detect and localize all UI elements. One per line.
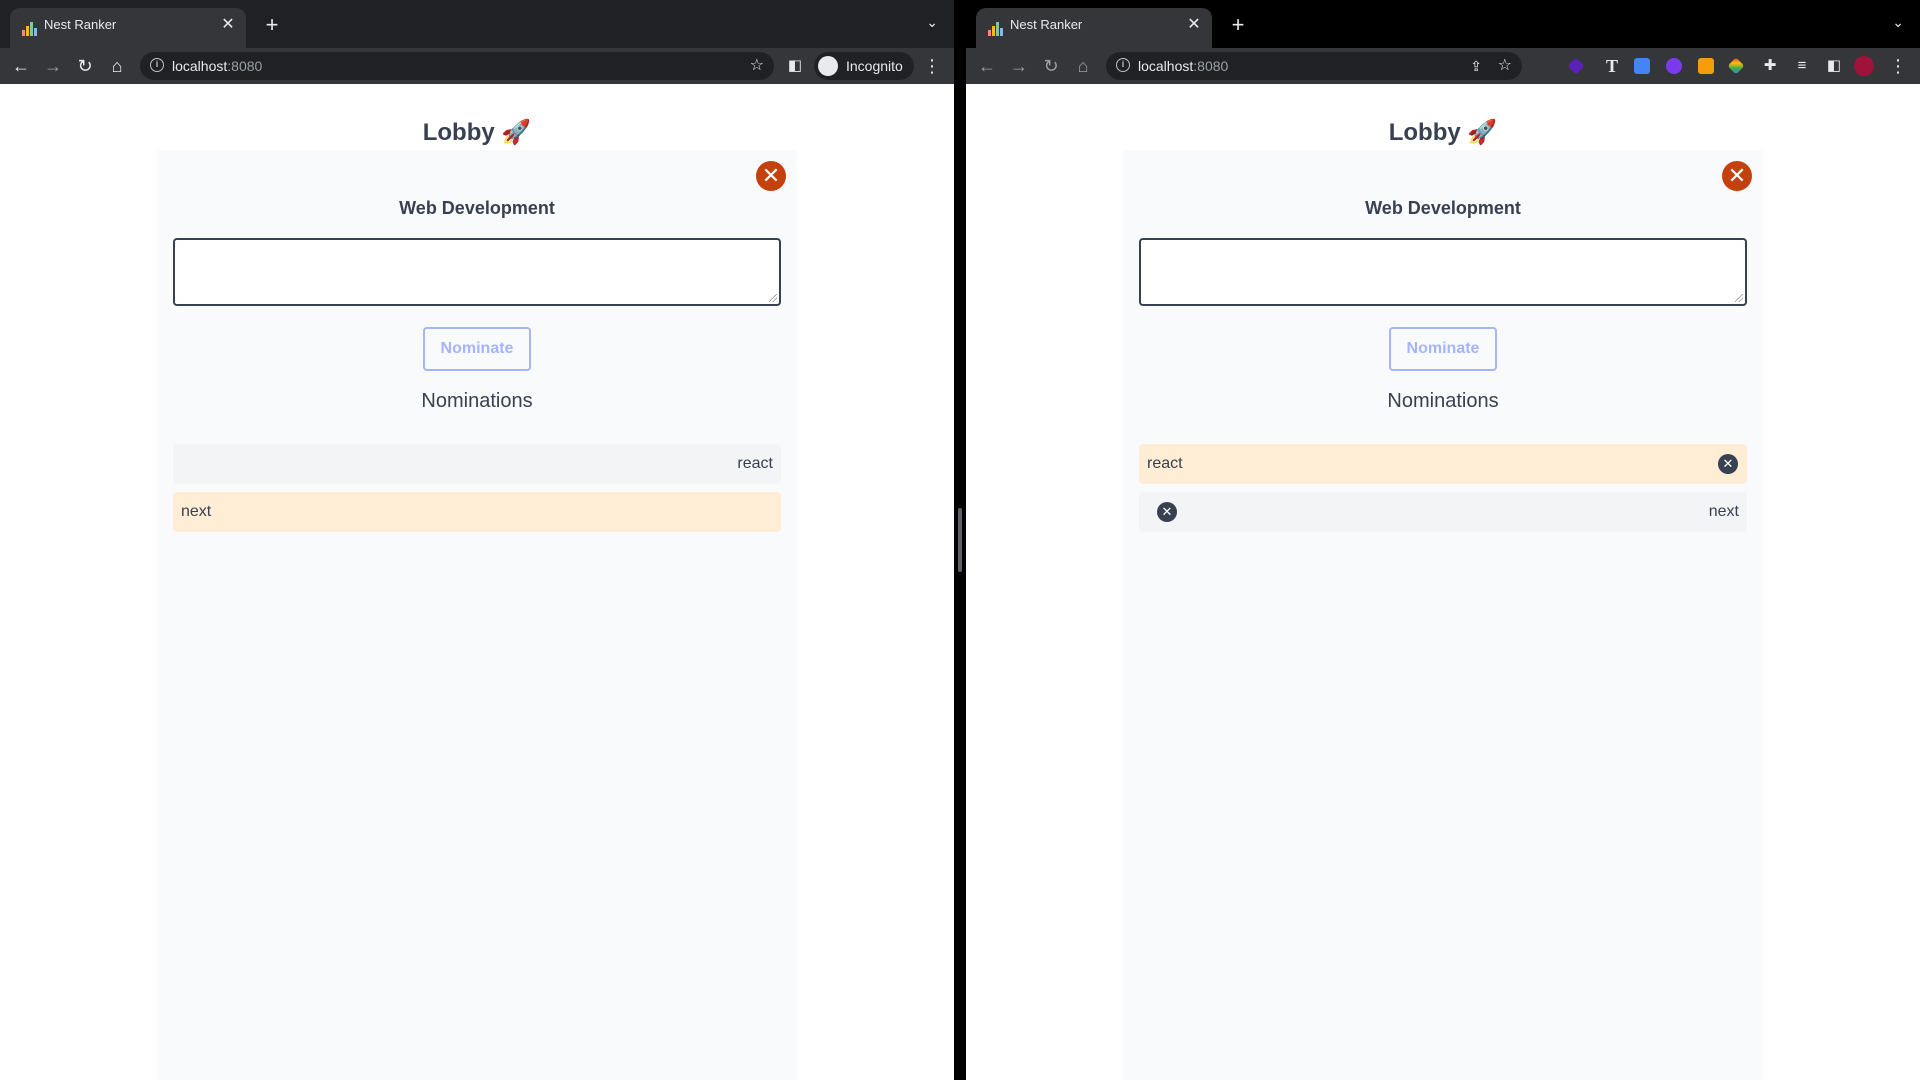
nomination-row: next: [173, 492, 781, 532]
new-tab-button[interactable]: +: [1224, 10, 1252, 40]
nomination-row: react: [173, 444, 781, 484]
browser-window-regular: Nest Ranker ✕ + ⌄ ← → ↻ ⌂ i localhost:80…: [966, 0, 1920, 1080]
poll-topic: Web Development: [399, 198, 555, 218]
app-page: Lobby 🚀 ✕ Web Development Nominate Nomin…: [966, 84, 1920, 1080]
app-page: Lobby 🚀 ✕ Web Development Nominate Nomin…: [0, 84, 954, 1080]
address-bar[interactable]: i localhost:8080 ☆: [140, 52, 774, 80]
forward-button[interactable]: →: [41, 54, 65, 78]
tab-title: Nest Ranker: [44, 17, 117, 32]
remove-nomination-icon[interactable]: ✕: [1157, 502, 1177, 522]
browser-window-incognito: Nest Ranker ✕ + ⌄ ← → ↻ ⌂ i localhost:80…: [0, 0, 954, 1080]
nomination-input[interactable]: [173, 238, 781, 306]
extension-translate-icon[interactable]: [1634, 58, 1650, 74]
star-icon[interactable]: ☆: [750, 56, 764, 76]
resize-grip-icon[interactable]: [769, 294, 777, 302]
extension-color-icon[interactable]: [1727, 57, 1745, 75]
url-text: localhost:8080: [172, 58, 263, 74]
nomination-text: react: [1147, 455, 1183, 472]
page-title: Lobby 🚀: [422, 119, 532, 146]
puzzle-icon[interactable]: ✚: [1758, 54, 1782, 78]
remove-nomination-icon[interactable]: ✕: [1718, 454, 1738, 474]
tab-search-chevron-icon[interactable]: ⌄: [1892, 14, 1904, 31]
nomination-text: react: [737, 455, 773, 472]
reading-list-icon[interactable]: ≡: [1790, 54, 1814, 78]
kebab-menu-icon[interactable]: ⋮: [1886, 54, 1910, 78]
incognito-icon: [818, 56, 838, 76]
home-button[interactable]: ⌂: [1071, 54, 1095, 78]
browser-toolbar: ← → ↻ ⌂ i localhost:8080 ☆ ◧ Incognito ⋮: [0, 48, 954, 84]
chart-favicon-icon: [988, 22, 1004, 36]
nomination-row: react ✕: [1139, 444, 1747, 484]
nominations-heading: Nominations: [1387, 390, 1499, 412]
profile-avatar[interactable]: [1854, 56, 1874, 76]
tab-title: Nest Ranker: [1010, 17, 1083, 32]
page-title: Lobby 🚀: [1388, 119, 1498, 146]
tab-close-icon[interactable]: ✕: [1184, 14, 1204, 36]
side-panel-icon[interactable]: ◧: [1822, 54, 1846, 78]
site-info-icon[interactable]: i: [1116, 58, 1130, 72]
star-icon[interactable]: ☆: [1498, 56, 1512, 76]
chart-favicon-icon: [22, 22, 38, 36]
browser-toolbar: ← → ↻ ⌂ i localhost:8080 ⇪ ☆ T ✚ ≡ ◧ ⋮: [966, 48, 1920, 84]
nominate-button[interactable]: Nominate: [1389, 327, 1497, 371]
new-tab-button[interactable]: +: [258, 10, 286, 40]
lobby-panel: ✕ Web Development Nominate Nominations r…: [157, 150, 797, 1080]
nominate-button[interactable]: Nominate: [423, 327, 531, 371]
leave-poll-button[interactable]: ✕: [1722, 161, 1752, 191]
extension-typography-icon[interactable]: T: [1600, 54, 1624, 78]
kebab-menu-icon[interactable]: ⋮: [920, 54, 944, 78]
reload-button[interactable]: ↻: [73, 54, 97, 78]
address-bar[interactable]: i localhost:8080 ⇪ ☆: [1106, 52, 1522, 80]
reload-button[interactable]: ↻: [1039, 54, 1063, 78]
tab-nest-ranker[interactable]: Nest Ranker ✕: [10, 8, 246, 48]
tab-nest-ranker[interactable]: Nest Ranker ✕: [976, 8, 1212, 48]
back-button[interactable]: ←: [9, 54, 33, 78]
tab-strip: Nest Ranker ✕ + ⌄: [0, 0, 954, 48]
home-button[interactable]: ⌂: [105, 54, 129, 78]
leave-poll-button[interactable]: ✕: [756, 161, 786, 191]
site-info-icon[interactable]: i: [150, 58, 164, 72]
extension-gem-icon[interactable]: [1567, 57, 1585, 75]
nomination-text: next: [1708, 503, 1739, 520]
extension-notes-icon[interactable]: [1698, 58, 1714, 74]
tab-close-icon[interactable]: ✕: [218, 14, 238, 36]
nominations-heading: Nominations: [421, 390, 533, 412]
share-icon[interactable]: ⇪: [1470, 56, 1482, 76]
incognito-badge[interactable]: Incognito: [814, 52, 914, 80]
back-button[interactable]: ←: [975, 54, 999, 78]
tab-strip: Nest Ranker ✕ + ⌄: [966, 0, 1920, 48]
side-panel-icon[interactable]: ◧: [783, 54, 807, 78]
lobby-panel: ✕ Web Development Nominate Nominations r…: [1123, 150, 1763, 1080]
forward-button[interactable]: →: [1007, 54, 1031, 78]
nomination-text: next: [181, 503, 212, 520]
resize-grip-icon[interactable]: [1735, 294, 1743, 302]
split-drag-handle[interactable]: [958, 508, 962, 572]
url-text: localhost:8080: [1138, 58, 1229, 74]
poll-topic: Web Development: [1365, 198, 1521, 218]
incognito-label: Incognito: [846, 58, 903, 74]
tab-search-chevron-icon[interactable]: ⌄: [926, 14, 938, 31]
nomination-input[interactable]: [1139, 238, 1747, 306]
extension-circle-icon[interactable]: [1666, 58, 1682, 74]
nomination-row: ✕ next: [1139, 492, 1747, 532]
